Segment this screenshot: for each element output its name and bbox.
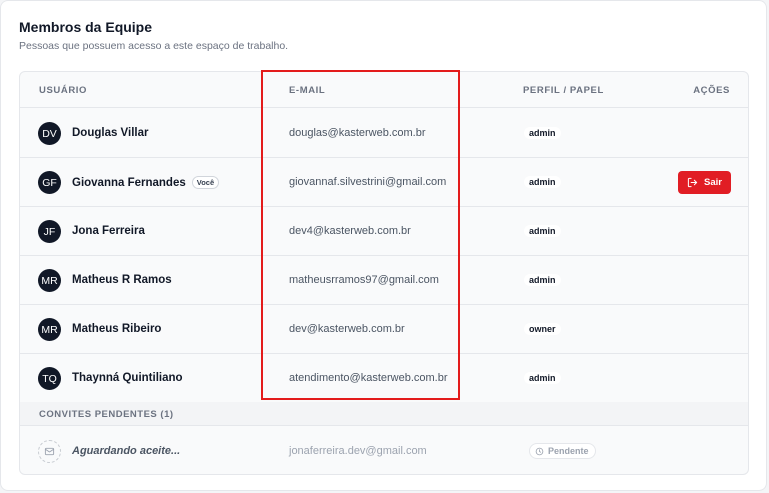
member-name: Matheus R Ramos [72, 274, 172, 286]
avatar: DV [38, 122, 61, 145]
member-name: Thaynná Quintiliano [72, 372, 183, 384]
team-members-card: Membros da Equipe Pessoas que possuem ac… [0, 0, 767, 491]
you-badge: Você [191, 176, 220, 189]
status-badge-label: Pendente [548, 446, 589, 456]
column-header-email: E-MAIL [289, 85, 326, 96]
page-title: Membros da Equipe [19, 19, 153, 35]
member-email: dev4@kasterweb.com.br [289, 225, 411, 237]
avatar: GF [38, 171, 61, 194]
leave-button[interactable]: Sair [678, 171, 731, 194]
role-badge: admin [524, 127, 561, 139]
table-row: DV Douglas Villar douglas@kasterweb.com.… [20, 109, 748, 158]
table-row: GF Giovanna Fernandes Você giovannaf.silv… [20, 158, 748, 207]
mail-icon [44, 447, 55, 456]
page-subtitle: Pessoas que possuem acesso a este espaço… [19, 40, 289, 52]
logout-icon [687, 177, 698, 188]
pending-invite-email: jonaferreira.dev@gmail.com [289, 445, 427, 457]
avatar: JF [38, 220, 61, 243]
table-header: USUÁRIO E-MAIL PERFIL / PAPEL AÇÕES [20, 72, 748, 108]
members-table: USUÁRIO E-MAIL PERFIL / PAPEL AÇÕES DV D… [19, 71, 749, 475]
role-badge: admin [524, 176, 561, 188]
role-badge: admin [524, 274, 561, 286]
avatar: MR [38, 269, 61, 292]
column-header-role: PERFIL / PAPEL [523, 85, 604, 96]
member-email: giovannaf.silvestrini@gmail.com [289, 176, 447, 188]
pending-invite-name: Aguardando aceite... [72, 445, 181, 457]
pending-avatar [38, 440, 61, 463]
status-badge: Pendente [529, 443, 596, 459]
leave-button-label: Sair [704, 177, 722, 188]
pending-invites-title: CONVITES PENDENTES (1) [39, 409, 174, 420]
member-email: atendimento@kasterweb.com.br [289, 372, 448, 384]
member-name: Douglas Villar [72, 127, 149, 139]
member-name: Matheus Ribeiro [72, 323, 162, 335]
member-name: Jona Ferreira [72, 225, 145, 237]
member-name: Giovanna Fernandes [72, 177, 186, 189]
role-badge: admin [524, 372, 561, 384]
avatar: TQ [38, 367, 61, 390]
avatar: MR [38, 318, 61, 341]
table-row: TQ Thaynná Quintiliano atendimento@kaste… [20, 354, 748, 403]
column-header-actions: AÇÕES [693, 85, 730, 96]
column-header-user: USUÁRIO [39, 85, 88, 96]
table-row: MR Matheus R Ramos matheusrramos97@gmail… [20, 256, 748, 305]
member-email: matheusrramos97@gmail.com [289, 274, 439, 286]
member-email: douglas@kasterweb.com.br [289, 127, 426, 139]
table-row: MR Matheus Ribeiro dev@kasterweb.com.br … [20, 305, 748, 354]
member-email: dev@kasterweb.com.br [289, 323, 405, 335]
role-badge: owner [524, 323, 561, 335]
table-row: JF Jona Ferreira dev4@kasterweb.com.br a… [20, 207, 748, 256]
clock-icon [535, 447, 544, 455]
role-badge: admin [524, 225, 561, 237]
pending-invite-row: Aguardando aceite... jonaferreira.dev@gm… [20, 427, 748, 474]
pending-invites-header: CONVITES PENDENTES (1) [20, 402, 748, 426]
member-name-wrapper: Giovanna Fernandes Você [72, 176, 220, 189]
